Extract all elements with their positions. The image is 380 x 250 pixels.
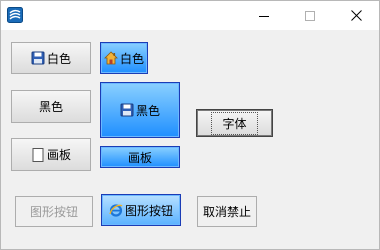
black-std-label: 黑色 — [38, 100, 63, 114]
black-blue-button[interactable]: 黑色 — [100, 82, 180, 138]
white-std-button[interactable]: 白色 — [11, 42, 91, 74]
app-icon — [7, 7, 23, 23]
title-bar[interactable] — [1, 1, 379, 30]
minimize-button[interactable] — [241, 1, 287, 30]
close-button[interactable] — [333, 1, 379, 30]
white-blue-label: 白色 — [119, 51, 144, 66]
cancel-disable-label: 取消禁止 — [202, 205, 251, 219]
white-blue-button[interactable]: 白色 — [100, 42, 148, 74]
close-icon — [350, 10, 362, 21]
white-std-label: 白色 — [46, 51, 71, 66]
graphic-blue-label: 图形按钮 — [124, 203, 173, 218]
canvas-std-button[interactable]: 画板 — [11, 138, 91, 171]
canvas-blue-label: 画板 — [127, 150, 152, 165]
app-window: 白色 白色 黑色 黑色 字体 画板 画板 图形按钮 图形按钮 取消禁止 — [0, 0, 380, 250]
canvas-std-label: 画板 — [46, 148, 71, 162]
client-area: 白色 白色 黑色 黑色 字体 画板 画板 图形按钮 图形按钮 取消禁止 — [1, 30, 379, 249]
font-button[interactable]: 字体 — [196, 109, 273, 137]
cancel-disable-button[interactable]: 取消禁止 — [197, 196, 257, 227]
ie-logo-icon — [109, 203, 123, 217]
blank-page-icon — [31, 147, 45, 162]
black-std-button[interactable]: 黑色 — [11, 90, 91, 123]
graphic-blue-button[interactable]: 图形按钮 — [101, 194, 181, 226]
font-label: 字体 — [211, 111, 258, 135]
black-blue-label: 黑色 — [135, 103, 160, 118]
graphic-disabled-button[interactable]: 图形按钮 — [15, 196, 93, 227]
graphic-disabled-label: 图形按钮 — [29, 205, 78, 219]
floppy-disk-icon — [120, 103, 134, 117]
minimize-icon — [259, 15, 269, 17]
house-icon — [104, 51, 118, 65]
maximize-button[interactable] — [287, 1, 333, 30]
maximize-icon — [305, 10, 315, 21]
floppy-disk-icon — [31, 51, 45, 65]
canvas-blue-button[interactable]: 画板 — [100, 146, 180, 168]
